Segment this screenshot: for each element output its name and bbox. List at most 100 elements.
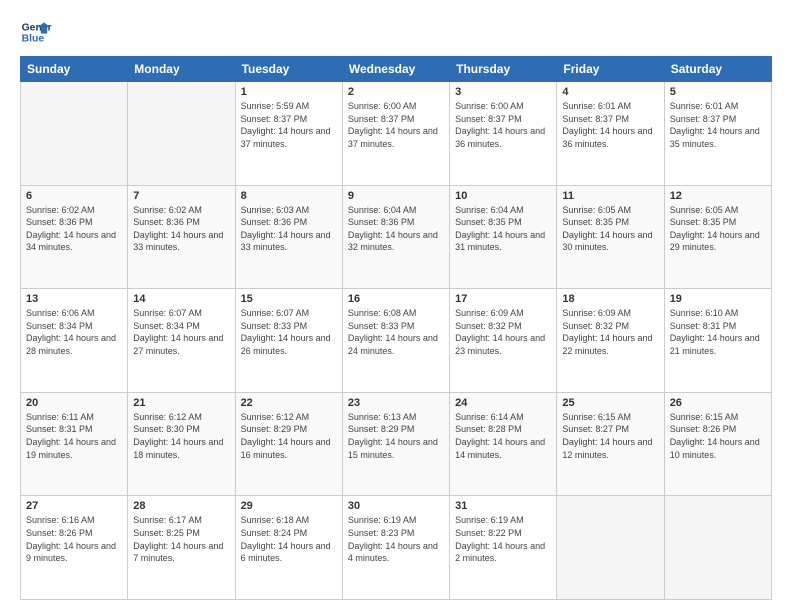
page: General Blue SundayMondayTuesdayWednesda…	[0, 0, 792, 612]
day-number: 6	[26, 190, 122, 202]
day-info: Sunrise: 6:04 AM Sunset: 8:35 PM Dayligh…	[455, 204, 551, 254]
calendar-empty-cell	[664, 496, 771, 600]
calendar-day-cell: 1Sunrise: 5:59 AM Sunset: 8:37 PM Daylig…	[235, 82, 342, 186]
day-info: Sunrise: 6:00 AM Sunset: 8:37 PM Dayligh…	[455, 100, 551, 150]
day-number: 25	[562, 397, 658, 409]
calendar-empty-cell	[557, 496, 664, 600]
calendar-day-cell: 30Sunrise: 6:19 AM Sunset: 8:23 PM Dayli…	[342, 496, 449, 600]
day-info: Sunrise: 6:18 AM Sunset: 8:24 PM Dayligh…	[241, 514, 337, 564]
calendar-week-row: 27 Sunrise: 6:16 AM Sunset: 8:26 PM Dayli…	[21, 496, 772, 600]
day-number: 18	[562, 293, 658, 305]
calendar-day-cell: 12 Sunrise: 6:05 AM Sunset: 8:35 PM Dayli…	[664, 185, 771, 289]
day-info: Sunrise: 6:08 AM Sunset: 8:33 PM Dayligh…	[348, 307, 444, 357]
day-number: 21	[133, 397, 229, 409]
day-number: 23	[348, 397, 444, 409]
day-info: Sunrise: 6:19 AM Sunset: 8:23 PM Dayligh…	[348, 514, 444, 564]
day-info: Sunrise: 6:09 AM Sunset: 8:32 PM Dayligh…	[562, 307, 658, 357]
calendar-day-cell: 7 Sunrise: 6:02 AM Sunset: 8:36 PM Daylig…	[128, 185, 235, 289]
day-info: Sunrise: 6:03 AM Sunset: 8:36 PM Dayligh…	[241, 204, 337, 254]
calendar-day-cell: 18 Sunrise: 6:09 AM Sunset: 8:32 PM Dayli…	[557, 289, 664, 393]
day-number: 31	[455, 500, 551, 512]
day-number: 8	[241, 190, 337, 202]
day-number: 4	[562, 86, 658, 98]
weekday-header-sunday: Sunday	[21, 57, 128, 82]
day-number: 17	[455, 293, 551, 305]
day-info: Sunrise: 6:02 AM Sunset: 8:36 PM Dayligh…	[26, 204, 122, 254]
day-info: Sunrise: 6:10 AM Sunset: 8:31 PM Dayligh…	[670, 307, 766, 357]
calendar-week-row: 20 Sunrise: 6:11 AM Sunset: 8:31 PM Dayli…	[21, 392, 772, 496]
day-number: 11	[562, 190, 658, 202]
calendar-day-cell: 11Sunrise: 6:05 AM Sunset: 8:35 PM Dayli…	[557, 185, 664, 289]
calendar-day-cell: 24 Sunrise: 6:14 AM Sunset: 8:28 PM Dayli…	[450, 392, 557, 496]
calendar-day-cell: 29 Sunrise: 6:18 AM Sunset: 8:24 PM Dayli…	[235, 496, 342, 600]
svg-text:Blue: Blue	[22, 34, 45, 45]
day-info: Sunrise: 6:16 AM Sunset: 8:26 PM Dayligh…	[26, 514, 122, 564]
calendar-day-cell: 16 Sunrise: 6:08 AM Sunset: 8:33 PM Dayli…	[342, 289, 449, 393]
calendar-week-row: 1Sunrise: 5:59 AM Sunset: 8:37 PM Daylig…	[21, 82, 772, 186]
day-number: 7	[133, 190, 229, 202]
day-number: 12	[670, 190, 766, 202]
day-number: 27	[26, 500, 122, 512]
day-info: Sunrise: 6:04 AM Sunset: 8:36 PM Dayligh…	[348, 204, 444, 254]
day-number: 14	[133, 293, 229, 305]
logo-icon: General Blue	[20, 16, 52, 48]
day-info: Sunrise: 6:15 AM Sunset: 8:26 PM Dayligh…	[670, 411, 766, 461]
calendar-day-cell: 5Sunrise: 6:01 AM Sunset: 8:37 PM Daylig…	[664, 82, 771, 186]
day-number: 19	[670, 293, 766, 305]
calendar-day-cell: 23 Sunrise: 6:13 AM Sunset: 8:29 PM Dayli…	[342, 392, 449, 496]
day-info: Sunrise: 6:00 AM Sunset: 8:37 PM Dayligh…	[348, 100, 444, 150]
calendar-day-cell: 25Sunrise: 6:15 AM Sunset: 8:27 PM Dayli…	[557, 392, 664, 496]
day-info: Sunrise: 5:59 AM Sunset: 8:37 PM Dayligh…	[241, 100, 337, 150]
day-info: Sunrise: 6:17 AM Sunset: 8:25 PM Dayligh…	[133, 514, 229, 564]
calendar-day-cell: 8 Sunrise: 6:03 AM Sunset: 8:36 PM Daylig…	[235, 185, 342, 289]
logo: General Blue	[20, 16, 52, 48]
day-info: Sunrise: 6:12 AM Sunset: 8:30 PM Dayligh…	[133, 411, 229, 461]
day-number: 26	[670, 397, 766, 409]
day-number: 29	[241, 500, 337, 512]
weekday-header-wednesday: Wednesday	[342, 57, 449, 82]
header: General Blue	[20, 16, 772, 48]
calendar-week-row: 6 Sunrise: 6:02 AM Sunset: 8:36 PM Daylig…	[21, 185, 772, 289]
calendar-day-cell: 22 Sunrise: 6:12 AM Sunset: 8:29 PM Dayli…	[235, 392, 342, 496]
weekday-header-saturday: Saturday	[664, 57, 771, 82]
day-info: Sunrise: 6:05 AM Sunset: 8:35 PM Dayligh…	[670, 204, 766, 254]
day-info: Sunrise: 6:11 AM Sunset: 8:31 PM Dayligh…	[26, 411, 122, 461]
day-info: Sunrise: 6:09 AM Sunset: 8:32 PM Dayligh…	[455, 307, 551, 357]
day-info: Sunrise: 6:19 AM Sunset: 8:22 PM Dayligh…	[455, 514, 551, 564]
day-info: Sunrise: 6:14 AM Sunset: 8:28 PM Dayligh…	[455, 411, 551, 461]
day-info: Sunrise: 6:13 AM Sunset: 8:29 PM Dayligh…	[348, 411, 444, 461]
calendar-day-cell: 21 Sunrise: 6:12 AM Sunset: 8:30 PM Dayli…	[128, 392, 235, 496]
day-number: 2	[348, 86, 444, 98]
calendar-day-cell: 15Sunrise: 6:07 AM Sunset: 8:33 PM Dayli…	[235, 289, 342, 393]
day-number: 16	[348, 293, 444, 305]
weekday-header-row: SundayMondayTuesdayWednesdayThursdayFrid…	[21, 57, 772, 82]
day-info: Sunrise: 6:01 AM Sunset: 8:37 PM Dayligh…	[670, 100, 766, 150]
calendar-day-cell: 26 Sunrise: 6:15 AM Sunset: 8:26 PM Dayli…	[664, 392, 771, 496]
calendar-day-cell: 3 Sunrise: 6:00 AM Sunset: 8:37 PM Daylig…	[450, 82, 557, 186]
day-number: 3	[455, 86, 551, 98]
calendar-day-cell: 28Sunrise: 6:17 AM Sunset: 8:25 PM Dayli…	[128, 496, 235, 600]
day-number: 24	[455, 397, 551, 409]
calendar-day-cell: 4Sunrise: 6:01 AM Sunset: 8:37 PM Daylig…	[557, 82, 664, 186]
weekday-header-monday: Monday	[128, 57, 235, 82]
day-info: Sunrise: 6:12 AM Sunset: 8:29 PM Dayligh…	[241, 411, 337, 461]
day-number: 20	[26, 397, 122, 409]
day-number: 10	[455, 190, 551, 202]
calendar-day-cell: 14Sunrise: 6:07 AM Sunset: 8:34 PM Dayli…	[128, 289, 235, 393]
day-number: 9	[348, 190, 444, 202]
calendar-day-cell: 31 Sunrise: 6:19 AM Sunset: 8:22 PM Dayli…	[450, 496, 557, 600]
weekday-header-tuesday: Tuesday	[235, 57, 342, 82]
calendar-day-cell: 27 Sunrise: 6:16 AM Sunset: 8:26 PM Dayli…	[21, 496, 128, 600]
calendar-day-cell: 17 Sunrise: 6:09 AM Sunset: 8:32 PM Dayli…	[450, 289, 557, 393]
day-number: 22	[241, 397, 337, 409]
calendar-table: SundayMondayTuesdayWednesdayThursdayFrid…	[20, 56, 772, 600]
calendar-day-cell: 13Sunrise: 6:06 AM Sunset: 8:34 PM Dayli…	[21, 289, 128, 393]
day-info: Sunrise: 6:02 AM Sunset: 8:36 PM Dayligh…	[133, 204, 229, 254]
calendar-day-cell: 10 Sunrise: 6:04 AM Sunset: 8:35 PM Dayli…	[450, 185, 557, 289]
calendar-empty-cell	[21, 82, 128, 186]
calendar-day-cell: 9 Sunrise: 6:04 AM Sunset: 8:36 PM Daylig…	[342, 185, 449, 289]
calendar-empty-cell	[128, 82, 235, 186]
day-number: 13	[26, 293, 122, 305]
calendar-day-cell: 19 Sunrise: 6:10 AM Sunset: 8:31 PM Dayli…	[664, 289, 771, 393]
svg-text:General: General	[22, 22, 52, 33]
